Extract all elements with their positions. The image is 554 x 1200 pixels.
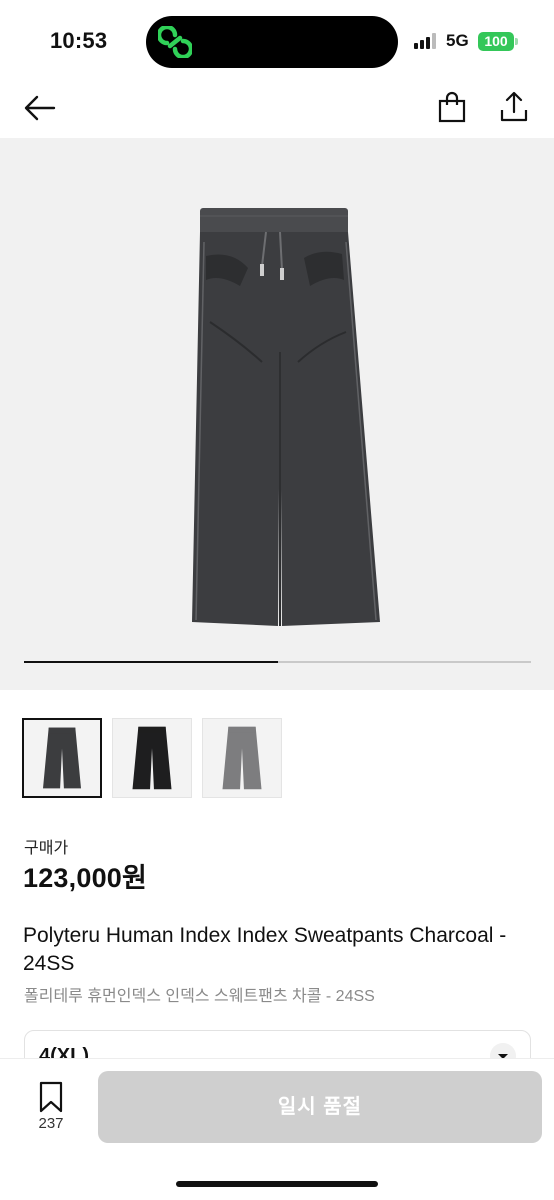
wishlist-count: 237 — [38, 1115, 64, 1132]
thumbnail-charcoal-pants[interactable] — [22, 718, 102, 798]
network-type: 5G — [446, 31, 469, 50]
home-indicator — [176, 1181, 378, 1187]
gallery-progress-fill — [24, 661, 278, 663]
status-time: 10:53 — [50, 28, 108, 53]
product-image-gallery[interactable] — [0, 138, 554, 690]
product-title: Polyteru Human Index Index Sweatpants Ch… — [23, 924, 507, 975]
battery-icon: 100 — [478, 32, 514, 51]
bookmark-icon — [39, 1081, 63, 1113]
thumbnail-image — [132, 726, 172, 790]
share-icon[interactable] — [498, 90, 530, 124]
cellular-signal-icon — [414, 33, 436, 49]
thumbnail-image — [43, 727, 81, 789]
price-label: 구매가 — [24, 840, 69, 857]
status-bar: 10:53 5G 100 — [0, 0, 554, 84]
product-main-image[interactable] — [170, 202, 390, 634]
battery-nub — [515, 38, 518, 45]
bottom-action-bar: 237 일시 품절 — [0, 1058, 554, 1200]
gallery-progress-track — [24, 661, 531, 663]
thumbnail-image — [222, 726, 262, 790]
sold-out-button[interactable]: 일시 품절 — [98, 1071, 542, 1143]
product-price: 123,000원 — [23, 863, 148, 893]
back-arrow-icon[interactable] — [22, 92, 58, 124]
shopping-bag-icon[interactable] — [436, 90, 468, 124]
wishlist-button[interactable]: 237 — [30, 1081, 72, 1137]
top-navigation — [0, 84, 554, 136]
product-subtitle: 폴리테루 휴먼인덱스 인덱스 스웨트팬츠 차콜 - 24SS — [24, 988, 375, 1005]
thumbnail-grey-pants[interactable] — [202, 718, 282, 798]
dynamic-island — [146, 16, 398, 68]
thumbnail-black-pants[interactable] — [112, 718, 192, 798]
app-logo-icon — [158, 26, 192, 58]
